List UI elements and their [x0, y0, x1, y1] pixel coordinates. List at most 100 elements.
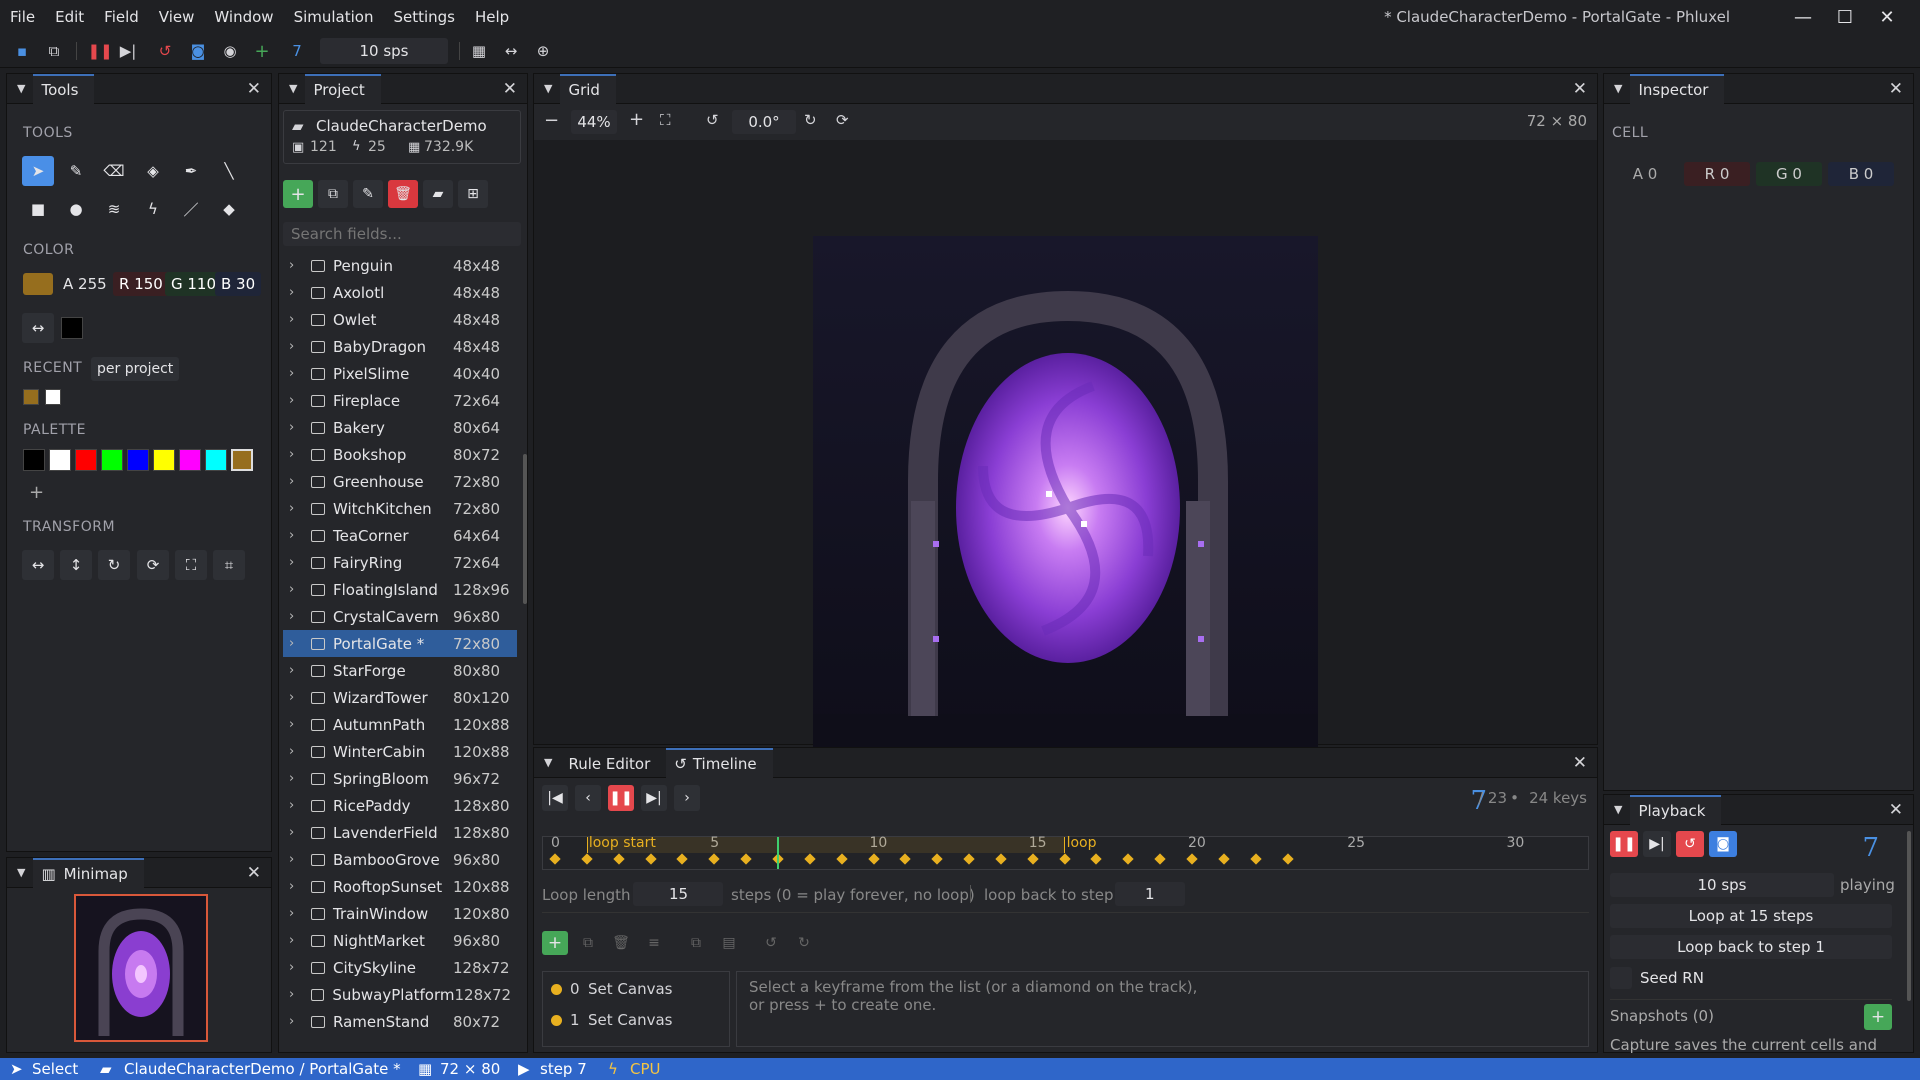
keyframe-diamond[interactable] — [1250, 853, 1262, 865]
field-list-item[interactable]: › WizardTower 80x120 — [283, 684, 517, 711]
flip-vertical-icon[interactable]: ↕ — [60, 550, 92, 580]
fit-view-icon[interactable]: ⛶ — [660, 111, 671, 129]
reset-button[interactable]: ↺ — [1676, 831, 1704, 857]
panel-menu-icon[interactable]: ▼ — [17, 866, 25, 879]
panel-menu-icon[interactable]: ▼ — [1614, 82, 1622, 95]
field-list-item[interactable]: › BabyDragon 48x48 — [283, 333, 517, 360]
undo-icon[interactable]: ↺ — [758, 931, 784, 955]
portal-gate-canvas[interactable] — [813, 236, 1318, 796]
current-color-swatch[interactable] — [23, 273, 53, 295]
menu-file[interactable]: File — [0, 8, 45, 26]
keyframe-diamond[interactable] — [931, 853, 943, 865]
rotate-cw-icon[interactable]: ↻ — [98, 550, 130, 580]
tab-playback[interactable]: Playback — [1630, 794, 1722, 825]
palette-color-swatch[interactable] — [153, 449, 175, 471]
palette-color-swatch[interactable] — [23, 449, 45, 471]
swap-colors-icon[interactable]: ↔ — [22, 313, 54, 343]
panel-menu-icon[interactable]: ▼ — [544, 82, 552, 95]
save-all-icon[interactable]: ⧉ — [42, 40, 66, 62]
tab-project[interactable]: Project — [305, 73, 381, 104]
chevron-right-icon[interactable]: › — [289, 258, 305, 273]
field-list-item[interactable]: › PixelSlime 40x40 — [283, 360, 517, 387]
keyframe-diamond[interactable] — [1122, 853, 1134, 865]
sps-input[interactable]: 10 sps — [320, 38, 448, 64]
keyframe-diamond[interactable] — [1281, 853, 1294, 865]
secondary-color-swatch[interactable] — [61, 317, 83, 339]
loop-back-input[interactable]: 1 — [1115, 882, 1185, 906]
seed-checkbox[interactable] — [1610, 967, 1632, 989]
chevron-right-icon[interactable]: › — [289, 987, 305, 1002]
keyframe-diamond[interactable] — [1186, 853, 1198, 865]
palette-color-swatch[interactable] — [179, 449, 201, 471]
field-list-item[interactable]: › PortalGate * 72x80 — [283, 630, 517, 657]
field-list-item[interactable]: › SubwayPlatform 128x72 — [283, 981, 517, 1008]
rectangle-tool-icon[interactable]: ■ — [22, 194, 54, 224]
rotate-left-icon[interactable]: ↺ — [706, 111, 719, 129]
brush-tool-icon[interactable]: ／ — [175, 194, 207, 224]
field-list-item[interactable]: › FloatingIsland 128x96 — [283, 576, 517, 603]
chevron-right-icon[interactable]: › — [289, 825, 305, 840]
duplicate-keyframe-icon[interactable]: ⧉ — [575, 931, 601, 955]
loop-region[interactable] — [586, 837, 1065, 853]
chevron-right-icon[interactable]: › — [289, 717, 305, 732]
next-frame-icon[interactable]: › — [674, 785, 700, 811]
close-window-icon[interactable]: ✕ — [1868, 4, 1906, 30]
add-field-button[interactable]: + — [283, 180, 313, 208]
chevron-right-icon[interactable]: › — [289, 555, 305, 570]
layers-icon[interactable]: ≡ — [641, 931, 667, 955]
chevron-right-icon[interactable]: › — [289, 582, 305, 597]
keyframe-diamond[interactable] — [835, 853, 848, 865]
field-list-item[interactable]: › SpringBloom 96x72 — [283, 765, 517, 792]
crosshair-icon[interactable]: ⊕ — [531, 40, 555, 62]
loop-at-button[interactable]: Loop at 15 steps — [1610, 904, 1892, 928]
keyframe-diamond[interactable] — [995, 853, 1007, 865]
field-list-item[interactable]: › BambooGrove 96x80 — [283, 846, 517, 873]
tab-tools[interactable]: Tools — [33, 73, 95, 104]
tab-rule-editor[interactable]: Rule Editor — [560, 748, 666, 778]
lightning-tool-icon[interactable]: ϟ — [137, 194, 169, 224]
recent-color-swatch[interactable] — [23, 389, 39, 405]
chevron-right-icon[interactable]: › — [289, 933, 305, 948]
chevron-right-icon[interactable]: › — [289, 339, 305, 354]
eyedropper-tool-icon[interactable]: ✒ — [175, 156, 207, 186]
grid-icon[interactable]: ▦ — [467, 40, 491, 62]
pause-icon[interactable]: ❚❚ — [87, 40, 112, 62]
snapshot-button[interactable]: ◙ — [1709, 831, 1737, 857]
field-list-item[interactable]: › Owlet 48x48 — [283, 306, 517, 333]
reset-icon[interactable]: ↺ — [153, 40, 177, 62]
playback-sps-input[interactable]: 10 sps — [1610, 873, 1834, 897]
chevron-right-icon[interactable]: › — [289, 636, 305, 651]
loop-length-input[interactable]: 15 — [633, 882, 723, 906]
delete-keyframe-icon[interactable]: 🗑 — [608, 931, 634, 955]
close-icon[interactable]: ✕ — [1573, 79, 1587, 99]
chevron-right-icon[interactable]: › — [289, 501, 305, 516]
fit-icon[interactable]: ⛶ — [175, 550, 207, 580]
field-list-item[interactable]: › Penguin 48x48 — [283, 252, 517, 279]
chevron-right-icon[interactable]: › — [289, 663, 305, 678]
field-list-item[interactable]: › Axolotl 48x48 — [283, 279, 517, 306]
fill-tool-icon[interactable]: ◈ — [137, 156, 169, 186]
tag-tool-icon[interactable]: ◆ — [213, 194, 245, 224]
panel-menu-icon[interactable]: ▼ — [289, 82, 297, 95]
green-value[interactable]: G 110 — [165, 272, 223, 296]
field-list-item[interactable]: › CrystalCavern 96x80 — [283, 603, 517, 630]
field-list-item[interactable]: › RicePaddy 128x80 — [283, 792, 517, 819]
chevron-right-icon[interactable]: › — [289, 852, 305, 867]
keyframe-diamond[interactable] — [867, 853, 880, 865]
field-list-item[interactable]: › LavenderField 128x80 — [283, 819, 517, 846]
minimap-viewport[interactable] — [74, 894, 208, 1042]
keyframe-diamond[interactable] — [549, 853, 561, 865]
menu-view[interactable]: View — [149, 8, 205, 26]
chevron-right-icon[interactable]: › — [289, 744, 305, 759]
playhead[interactable] — [776, 837, 779, 869]
alpha-value[interactable]: A 255 — [57, 272, 113, 296]
field-list-item[interactable]: › RamenStand 80x72 — [283, 1008, 517, 1035]
delete-field-icon[interactable]: 🗑 — [388, 180, 418, 208]
field-list-item[interactable]: › Greenhouse 72x80 — [283, 468, 517, 495]
field-list-item[interactable]: › FairyRing 72x64 — [283, 549, 517, 576]
keyframe-diamond[interactable] — [676, 853, 689, 865]
pause-button[interactable]: ❚❚ — [608, 785, 634, 811]
eye-icon[interactable]: ◉ — [218, 40, 242, 62]
keyframe-diamond[interactable] — [613, 853, 625, 865]
tab-timeline[interactable]: ↺ Timeline — [666, 747, 773, 778]
